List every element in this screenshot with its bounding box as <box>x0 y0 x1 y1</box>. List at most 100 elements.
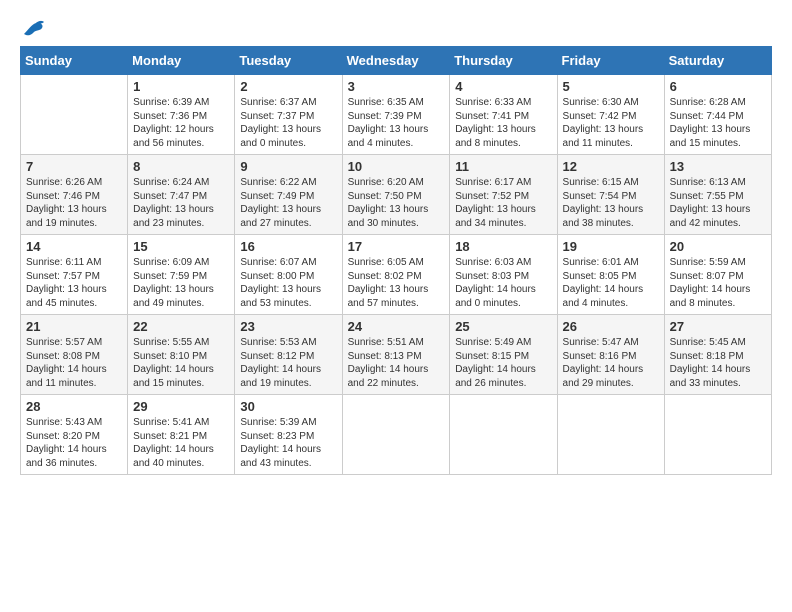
calendar-cell: 11Sunrise: 6:17 AMSunset: 7:52 PMDayligh… <box>450 155 557 235</box>
cell-date-number: 15 <box>133 239 229 254</box>
calendar-cell: 16Sunrise: 6:07 AMSunset: 8:00 PMDayligh… <box>235 235 342 315</box>
cell-info-text: Sunrise: 5:55 AMSunset: 8:10 PMDaylight:… <box>133 336 229 390</box>
cell-info-text: Sunrise: 6:11 AMSunset: 7:57 PMDaylight:… <box>26 256 122 310</box>
calendar-header-friday: Friday <box>557 47 664 75</box>
cell-date-number: 22 <box>133 319 229 334</box>
cell-date-number: 14 <box>26 239 122 254</box>
cell-date-number: 23 <box>240 319 336 334</box>
calendar-week-row: 21 Sunrise: 5:57 AMSunset: 8:08 PMDayligh… <box>21 315 772 395</box>
calendar-cell: 9Sunrise: 6:22 AMSunset: 7:49 PMDaylight… <box>235 155 342 235</box>
cell-info-text: Sunrise: 6:17 AMSunset: 7:52 PMDaylight:… <box>455 176 551 230</box>
cell-info-text: Sunrise: 6:07 AMSunset: 8:00 PMDaylight:… <box>240 256 336 310</box>
calendar-cell: 24Sunrise: 5:51 AMSunset: 8:13 PMDayligh… <box>342 315 450 395</box>
page-header <box>20 20 772 36</box>
calendar-cell: 22 Sunrise: 5:55 AMSunset: 8:10 PMDayligh… <box>128 315 235 395</box>
cell-date-number: 29 <box>133 399 229 414</box>
calendar-cell: 17 Sunrise: 6:05 AMSunset: 8:02 PMDayligh… <box>342 235 450 315</box>
cell-info-text: Sunrise: 5:57 AMSunset: 8:08 PMDaylight:… <box>26 336 122 390</box>
calendar-cell: 3 Sunrise: 6:35 AMSunset: 7:39 PMDaylight… <box>342 75 450 155</box>
cell-date-number: 6 <box>670 79 766 94</box>
cell-info-text: Sunrise: 6:35 AMSunset: 7:39 PMDaylight:… <box>348 96 445 150</box>
calendar-header-tuesday: Tuesday <box>235 47 342 75</box>
cell-info-text: Sunrise: 6:28 AMSunset: 7:44 PMDaylight:… <box>670 96 766 150</box>
cell-info-text: Sunrise: 5:43 AMSunset: 8:20 PMDaylight:… <box>26 416 122 470</box>
cell-info-text: Sunrise: 6:24 AMSunset: 7:47 PMDaylight:… <box>133 176 229 230</box>
cell-date-number: 27 <box>670 319 766 334</box>
logo <box>20 20 44 36</box>
cell-info-text: Sunrise: 6:37 AMSunset: 7:37 PMDaylight:… <box>240 96 336 150</box>
cell-date-number: 12 <box>563 159 659 174</box>
calendar-cell: 2 Sunrise: 6:37 AMSunset: 7:37 PMDaylight… <box>235 75 342 155</box>
cell-info-text: Sunrise: 6:26 AMSunset: 7:46 PMDaylight:… <box>26 176 122 230</box>
cell-date-number: 19 <box>563 239 659 254</box>
calendar-cell: 18 Sunrise: 6:03 AMSunset: 8:03 PMDayligh… <box>450 235 557 315</box>
cell-info-text: Sunrise: 6:05 AMSunset: 8:02 PMDaylight:… <box>348 256 445 310</box>
cell-date-number: 3 <box>348 79 445 94</box>
calendar-week-row: 1 Sunrise: 6:39 AMSunset: 7:36 PMDaylight… <box>21 75 772 155</box>
cell-date-number: 2 <box>240 79 336 94</box>
calendar-cell: 14 Sunrise: 6:11 AMSunset: 7:57 PMDayligh… <box>21 235 128 315</box>
cell-date-number: 26 <box>563 319 659 334</box>
cell-date-number: 10 <box>348 159 445 174</box>
cell-date-number: 20 <box>670 239 766 254</box>
calendar-cell <box>450 395 557 475</box>
cell-date-number: 13 <box>670 159 766 174</box>
cell-info-text: Sunrise: 5:59 AMSunset: 8:07 PMDaylight:… <box>670 256 766 310</box>
calendar-cell <box>21 75 128 155</box>
calendar-cell: 23 Sunrise: 5:53 AMSunset: 8:12 PMDayligh… <box>235 315 342 395</box>
logo-bird-icon <box>22 20 44 36</box>
calendar-header-row: SundayMondayTuesdayWednesdayThursdayFrid… <box>21 47 772 75</box>
calendar-cell: 26 Sunrise: 5:47 AMSunset: 8:16 PMDayligh… <box>557 315 664 395</box>
calendar-cell <box>557 395 664 475</box>
calendar-week-row: 28 Sunrise: 5:43 AMSunset: 8:20 PMDayligh… <box>21 395 772 475</box>
cell-info-text: Sunrise: 6:13 AMSunset: 7:55 PMDaylight:… <box>670 176 766 230</box>
cell-date-number: 8 <box>133 159 229 174</box>
calendar-week-row: 7 Sunrise: 6:26 AMSunset: 7:46 PMDaylight… <box>21 155 772 235</box>
calendar-cell: 10 Sunrise: 6:20 AMSunset: 7:50 PMDayligh… <box>342 155 450 235</box>
calendar-cell <box>664 395 771 475</box>
cell-info-text: Sunrise: 6:20 AMSunset: 7:50 PMDaylight:… <box>348 176 445 230</box>
calendar-cell: 19Sunrise: 6:01 AMSunset: 8:05 PMDayligh… <box>557 235 664 315</box>
calendar-cell: 15 Sunrise: 6:09 AMSunset: 7:59 PMDayligh… <box>128 235 235 315</box>
cell-info-text: Sunrise: 6:09 AMSunset: 7:59 PMDaylight:… <box>133 256 229 310</box>
cell-info-text: Sunrise: 5:41 AMSunset: 8:21 PMDaylight:… <box>133 416 229 470</box>
calendar-cell: 25 Sunrise: 5:49 AMSunset: 8:15 PMDayligh… <box>450 315 557 395</box>
calendar-cell: 7 Sunrise: 6:26 AMSunset: 7:46 PMDaylight… <box>21 155 128 235</box>
cell-info-text: Sunrise: 6:03 AMSunset: 8:03 PMDaylight:… <box>455 256 551 310</box>
cell-info-text: Sunrise: 5:47 AMSunset: 8:16 PMDaylight:… <box>563 336 659 390</box>
cell-info-text: Sunrise: 6:30 AMSunset: 7:42 PMDaylight:… <box>563 96 659 150</box>
calendar-cell: 20 Sunrise: 5:59 AMSunset: 8:07 PMDayligh… <box>664 235 771 315</box>
cell-info-text: Sunrise: 5:53 AMSunset: 8:12 PMDaylight:… <box>240 336 336 390</box>
calendar-cell: 12Sunrise: 6:15 AMSunset: 7:54 PMDayligh… <box>557 155 664 235</box>
cell-date-number: 18 <box>455 239 551 254</box>
cell-info-text: Sunrise: 6:39 AMSunset: 7:36 PMDaylight:… <box>133 96 229 150</box>
calendar-cell: 5Sunrise: 6:30 AMSunset: 7:42 PMDaylight… <box>557 75 664 155</box>
calendar-week-row: 14 Sunrise: 6:11 AMSunset: 7:57 PMDayligh… <box>21 235 772 315</box>
calendar-header-saturday: Saturday <box>664 47 771 75</box>
calendar-cell: 13 Sunrise: 6:13 AMSunset: 7:55 PMDayligh… <box>664 155 771 235</box>
calendar-header-wednesday: Wednesday <box>342 47 450 75</box>
cell-date-number: 25 <box>455 319 551 334</box>
calendar-cell: 30Sunrise: 5:39 AMSunset: 8:23 PMDayligh… <box>235 395 342 475</box>
cell-date-number: 1 <box>133 79 229 94</box>
cell-date-number: 24 <box>348 319 445 334</box>
calendar-cell: 27 Sunrise: 5:45 AMSunset: 8:18 PMDayligh… <box>664 315 771 395</box>
calendar-header-sunday: Sunday <box>21 47 128 75</box>
calendar-cell: 21 Sunrise: 5:57 AMSunset: 8:08 PMDayligh… <box>21 315 128 395</box>
cell-date-number: 21 <box>26 319 122 334</box>
calendar-cell: 4Sunrise: 6:33 AMSunset: 7:41 PMDaylight… <box>450 75 557 155</box>
calendar-cell: 29 Sunrise: 5:41 AMSunset: 8:21 PMDayligh… <box>128 395 235 475</box>
calendar-header-thursday: Thursday <box>450 47 557 75</box>
calendar-table: SundayMondayTuesdayWednesdayThursdayFrid… <box>20 46 772 475</box>
calendar-cell: 8 Sunrise: 6:24 AMSunset: 7:47 PMDaylight… <box>128 155 235 235</box>
calendar-cell: 28 Sunrise: 5:43 AMSunset: 8:20 PMDayligh… <box>21 395 128 475</box>
cell-info-text: Sunrise: 5:45 AMSunset: 8:18 PMDaylight:… <box>670 336 766 390</box>
calendar-cell <box>342 395 450 475</box>
cell-date-number: 7 <box>26 159 122 174</box>
cell-date-number: 4 <box>455 79 551 94</box>
cell-date-number: 17 <box>348 239 445 254</box>
cell-info-text: Sunrise: 6:22 AMSunset: 7:49 PMDaylight:… <box>240 176 336 230</box>
cell-date-number: 30 <box>240 399 336 414</box>
cell-date-number: 28 <box>26 399 122 414</box>
cell-info-text: Sunrise: 5:49 AMSunset: 8:15 PMDaylight:… <box>455 336 551 390</box>
